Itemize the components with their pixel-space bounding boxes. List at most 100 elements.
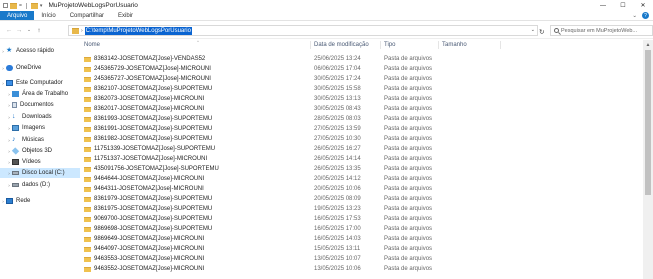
help-icon[interactable]: ? — [642, 12, 649, 19]
table-row[interactable]: 245365729-JOSETOMAZ[Jose]-MICROUNI 06/06/… — [80, 64, 643, 74]
maximize-button[interactable]: ☐ — [613, 0, 633, 11]
file-name-cell[interactable]: 9463552-JOSETOMAZ[Jose]-MICROUNI — [84, 264, 309, 274]
qa-separator — [25, 2, 27, 9]
search-box[interactable]: Pesquisar em MuProjetoWeb... — [550, 25, 653, 36]
file-name-cell[interactable]: 8361991-JOSETOMAZ[Jose]-SUPORTEMU — [84, 124, 309, 134]
table-row[interactable]: 8362017-JOSETOMAZ[Jose]-MICROUNI 30/05/20… — [80, 104, 643, 114]
sidebar-item-videos[interactable]: › Vídeos — [0, 157, 80, 167]
file-name-cell[interactable]: 9869649-JOSETOMAZ[Jose]-MICROUNI — [84, 234, 309, 244]
tab-inicio[interactable]: Início — [34, 11, 62, 20]
address-bar[interactable]: › C:\temp\MuProjetoWebLogsPorUsuario ⌄ — [68, 25, 538, 36]
file-name-cell[interactable]: 9464311-JOSETOMAZ[Jose]-MICROUNI — [84, 184, 309, 194]
file-name-cell[interactable]: 8361993-JOSETOMAZ[Jose]-SUPORTEMU — [84, 114, 309, 124]
scrollbar-thumb[interactable] — [645, 50, 651, 195]
back-button[interactable]: ← — [4, 25, 14, 35]
table-row[interactable]: 8361991-JOSETOMAZ[Jose]-SUPORTEMU 27/05/2… — [80, 124, 643, 134]
column-divider[interactable] — [310, 41, 311, 49]
sidebar-item-musicas[interactable]: › ♪ Músicas — [0, 135, 80, 145]
file-name-cell[interactable]: 9464644-JOSETOMAZ[Jose]-MICROUNI — [84, 174, 309, 184]
file-name-cell[interactable]: 11751337-JOSETOMAZ[Jose]-MICROUNI — [84, 154, 309, 164]
column-header-name[interactable]: Nome — [84, 40, 100, 50]
file-name-cell[interactable]: 9463553-JOSETOMAZ[Jose]-MICROUNI — [84, 254, 309, 264]
column-header-type[interactable]: Tipo — [384, 40, 395, 50]
file-name-cell[interactable]: 245365729-JOSETOMAZ[Jose]-MICROUNI — [84, 64, 309, 74]
table-row[interactable]: 245365727-JOSETOMAZ[Jose]-MICROUNI 30/05/… — [80, 74, 643, 84]
date-modified-cell: 26/05/2025 14:14 — [314, 156, 361, 162]
table-row[interactable]: 9464644-JOSETOMAZ[Jose]-MICROUNI 20/05/20… — [80, 174, 643, 184]
expand-ribbon-icon[interactable]: ⌄ — [632, 13, 637, 19]
minimize-button[interactable]: — — [593, 0, 613, 11]
address-dropdown-icon[interactable]: ⌄ — [531, 27, 535, 33]
table-row[interactable]: 8361982-JOSETOMAZ[Jose]-SUPORTEMU 27/05/2… — [80, 134, 643, 144]
qa-dropdown-icon[interactable]: ▾ — [40, 3, 43, 9]
properties-icon[interactable] — [3, 3, 8, 8]
column-divider[interactable] — [500, 41, 501, 49]
table-row[interactable]: 11751337-JOSETOMAZ[Jose]-MICROUNI 26/05/2… — [80, 154, 643, 164]
tab-arquivo[interactable]: Arquivo — [0, 11, 35, 20]
table-row[interactable]: 9463553-JOSETOMAZ[Jose]-MICROUNI 13/05/20… — [80, 254, 643, 264]
file-name-cell[interactable]: 8361982-JOSETOMAZ[Jose]-SUPORTEMU — [84, 134, 309, 144]
file-name-cell[interactable]: 8361975-JOSETOMAZ[Jose]-SUPORTEMU — [84, 204, 309, 214]
forward-button[interactable]: → — [14, 25, 24, 35]
date-modified-cell: 28/05/2025 08:03 — [314, 116, 361, 122]
column-header-date[interactable]: Data de modificação — [314, 40, 369, 50]
file-name-cell[interactable]: 435091756-JOSETOMAZ[Jose]-SUPORTEMU — [84, 164, 309, 174]
table-row[interactable]: 9069700-JOSETOMAZ[Jose]-SUPORTEMU 16/05/2… — [80, 214, 643, 224]
file-name-cell[interactable]: 8361979-JOSETOMAZ[Jose]-SUPORTEMU — [84, 194, 309, 204]
sidebar-item-onedrive[interactable]: › OneDrive — [0, 63, 80, 73]
sidebar-item-area-de-trabalho[interactable]: › Área de Trabalho — [0, 89, 80, 99]
column-header-size[interactable]: Tamanho — [442, 40, 467, 50]
file-name-cell[interactable]: 8362017-JOSETOMAZ[Jose]-MICROUNI — [84, 104, 309, 114]
table-row[interactable]: 8362073-JOSETOMAZ[Jose]-MICROUNI 30/05/20… — [80, 94, 643, 104]
tab-exibir[interactable]: Exibir — [111, 11, 140, 20]
expand-icon[interactable]: › — [6, 149, 12, 154]
sidebar-item-rede[interactable]: › Rede — [0, 196, 80, 206]
qa-pin-icon[interactable]: = — [19, 3, 22, 9]
type-cell: Pasta de arquivos — [384, 126, 433, 132]
column-divider[interactable] — [380, 41, 381, 49]
column-divider[interactable] — [438, 41, 439, 49]
sidebar-item-imagens[interactable]: › Imagens — [0, 123, 80, 133]
table-row[interactable]: 8362107-JOSETOMAZ[Jose]-SUPORTEMU 30/05/2… — [80, 84, 643, 94]
refresh-icon[interactable]: ↻ — [539, 28, 544, 36]
scroll-up-button[interactable]: ▲ — [643, 40, 653, 49]
date-modified-cell: 20/05/2025 08:09 — [314, 196, 361, 202]
file-name-cell[interactable]: 245365727-JOSETOMAZ[Jose]-MICROUNI — [84, 74, 309, 84]
address-path[interactable]: C:\temp\MuProjetoWebLogsPorUsuario — [84, 26, 192, 35]
sidebar-item-objetos-3d[interactable]: › Objetos 3D — [0, 146, 80, 156]
recent-locations-button[interactable]: ⌄ — [24, 25, 34, 35]
file-name-cell[interactable]: 9869698-JOSETOMAZ[Jose]-SUPORTEMU — [84, 224, 309, 234]
file-name-cell[interactable]: 9464097-JOSETOMAZ[Jose]-MICROUNI — [84, 244, 309, 254]
file-name-cell[interactable]: 8362073-JOSETOMAZ[Jose]-MICROUNI — [84, 94, 309, 104]
sidebar-item-acesso-rapido[interactable]: › ★ Acesso rápido — [0, 46, 80, 56]
table-row[interactable]: 8363142-JOSETOMAZ[Jose]-VENDAS52 25/06/20… — [80, 54, 643, 64]
size-cell — [442, 104, 502, 114]
sidebar-item-documentos[interactable]: › Documentos — [0, 100, 80, 110]
table-row[interactable]: 9463552-JOSETOMAZ[Jose]-MICROUNI 13/05/20… — [80, 264, 643, 274]
vertical-scrollbar[interactable]: ▲ — [643, 40, 653, 279]
sidebar-item-este-computador[interactable]: › Este Computador — [0, 78, 80, 88]
table-row[interactable]: 435091756-JOSETOMAZ[Jose]-SUPORTEMU 26/05… — [80, 164, 643, 174]
file-name-cell[interactable]: 9069700-JOSETOMAZ[Jose]-SUPORTEMU — [84, 214, 309, 224]
sidebar-item-disco-local[interactable]: › Disco Local (C:) — [0, 168, 80, 178]
sidebar-item-downloads[interactable]: › ↓ Downloads — [0, 112, 80, 122]
table-row[interactable]: 9464311-JOSETOMAZ[Jose]-MICROUNI 20/05/20… — [80, 184, 643, 194]
table-row[interactable]: 9869698-JOSETOMAZ[Jose]-SUPORTEMU 16/05/2… — [80, 224, 643, 234]
search-input[interactable]: Pesquisar em MuProjetoWeb... — [561, 28, 637, 34]
sidebar-item-dados[interactable]: › dados (D:) — [0, 180, 80, 190]
up-button[interactable]: ↑ — [34, 25, 44, 35]
new-folder-icon[interactable] — [10, 2, 17, 9]
tab-compartilhar[interactable]: Compartilhar — [63, 11, 111, 20]
file-name-cell[interactable]: 11751339-JOSETOMAZ[Jose]-SUPORTEMU — [84, 144, 309, 154]
table-row[interactable]: 8361993-JOSETOMAZ[Jose]-SUPORTEMU 28/05/2… — [80, 114, 643, 124]
table-row[interactable]: 9869649-JOSETOMAZ[Jose]-MICROUNI 16/05/20… — [80, 234, 643, 244]
size-cell — [442, 254, 502, 264]
table-row[interactable]: 9464097-JOSETOMAZ[Jose]-MICROUNI 15/05/20… — [80, 244, 643, 254]
table-row[interactable]: 11751339-JOSETOMAZ[Jose]-SUPORTEMU 26/05/… — [80, 144, 643, 154]
folder-icon — [84, 206, 91, 212]
table-row[interactable]: 8361979-JOSETOMAZ[Jose]-SUPORTEMU 20/05/2… — [80, 194, 643, 204]
close-button[interactable]: ✕ — [633, 0, 653, 11]
table-row[interactable]: 8361975-JOSETOMAZ[Jose]-SUPORTEMU 19/05/2… — [80, 204, 643, 214]
file-name-cell[interactable]: 8363142-JOSETOMAZ[Jose]-VENDAS52 — [84, 54, 309, 64]
file-name-cell[interactable]: 8362107-JOSETOMAZ[Jose]-SUPORTEMU — [84, 84, 309, 94]
